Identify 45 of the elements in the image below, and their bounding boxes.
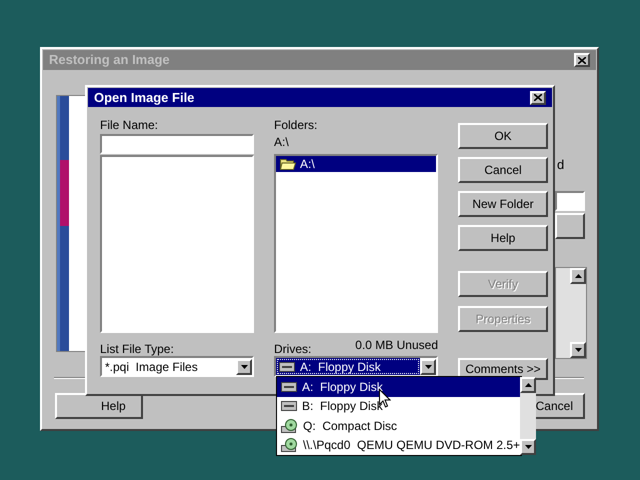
close-icon — [578, 56, 586, 64]
scroll-up-button[interactable] — [570, 268, 586, 284]
file-name-field[interactable] — [100, 134, 254, 154]
current-path: A:\ — [274, 134, 290, 151]
down-arrow-icon — [524, 445, 532, 449]
window-title: Restoring an Image — [49, 51, 170, 70]
cd-drive-icon — [281, 438, 298, 452]
dialog-button[interactable]: Help — [458, 225, 548, 251]
cd-drive-icon — [281, 418, 298, 433]
dialog-button[interactable]: Cancel — [458, 157, 548, 183]
label-fragment: d — [557, 156, 564, 174]
file-type-label: List File Type: — [100, 342, 175, 356]
folders-label: Folders: — [274, 118, 318, 132]
up-arrow-icon — [574, 274, 582, 278]
text-field[interactable] — [555, 191, 585, 211]
folder-icon — [280, 158, 296, 170]
drive-icon — [281, 401, 297, 412]
down-arrow-icon — [574, 348, 582, 352]
up-arrow-icon — [524, 383, 532, 387]
list-scrollbar[interactable] — [555, 267, 587, 359]
dialog-button[interactable]: OK — [458, 123, 548, 149]
drive-option[interactable]: Q: Compact Disc — [277, 416, 520, 436]
scroll-down-button[interactable] — [520, 439, 536, 455]
drives-dropdown[interactable]: A: Floppy Disk — [274, 356, 438, 377]
free-space-text: 0.0 MB Unused — [355, 338, 438, 352]
drive-option[interactable]: A: Floppy Disk — [277, 377, 520, 396]
folder-item[interactable]: A:\ — [276, 156, 436, 172]
list-scrollbar[interactable] — [520, 377, 536, 455]
dialog-title: Open Image File — [94, 88, 194, 107]
scroll-down-button[interactable] — [570, 342, 586, 358]
close-icon — [534, 94, 542, 101]
close-button[interactable] — [574, 53, 590, 67]
drive-icon — [279, 362, 295, 372]
file-list[interactable] — [100, 155, 254, 333]
folder-list[interactable]: A:\ — [274, 154, 438, 333]
file-type-dropdown[interactable]: *.pqi Image Files — [100, 356, 254, 377]
help-button[interactable]: Help — [55, 393, 143, 419]
close-button[interactable] — [530, 90, 546, 104]
scroll-up-button[interactable] — [520, 377, 536, 393]
drives-label: Drives: — [274, 342, 312, 356]
side-button[interactable] — [555, 213, 585, 239]
drive-option[interactable]: \\.\Pqcd0 QEMU QEMU DVD-ROM 2.5+ — [277, 436, 520, 455]
file-name-label: File Name: — [100, 118, 160, 132]
drive-icon — [281, 382, 297, 392]
dialog-button[interactable]: New Folder — [458, 191, 548, 217]
